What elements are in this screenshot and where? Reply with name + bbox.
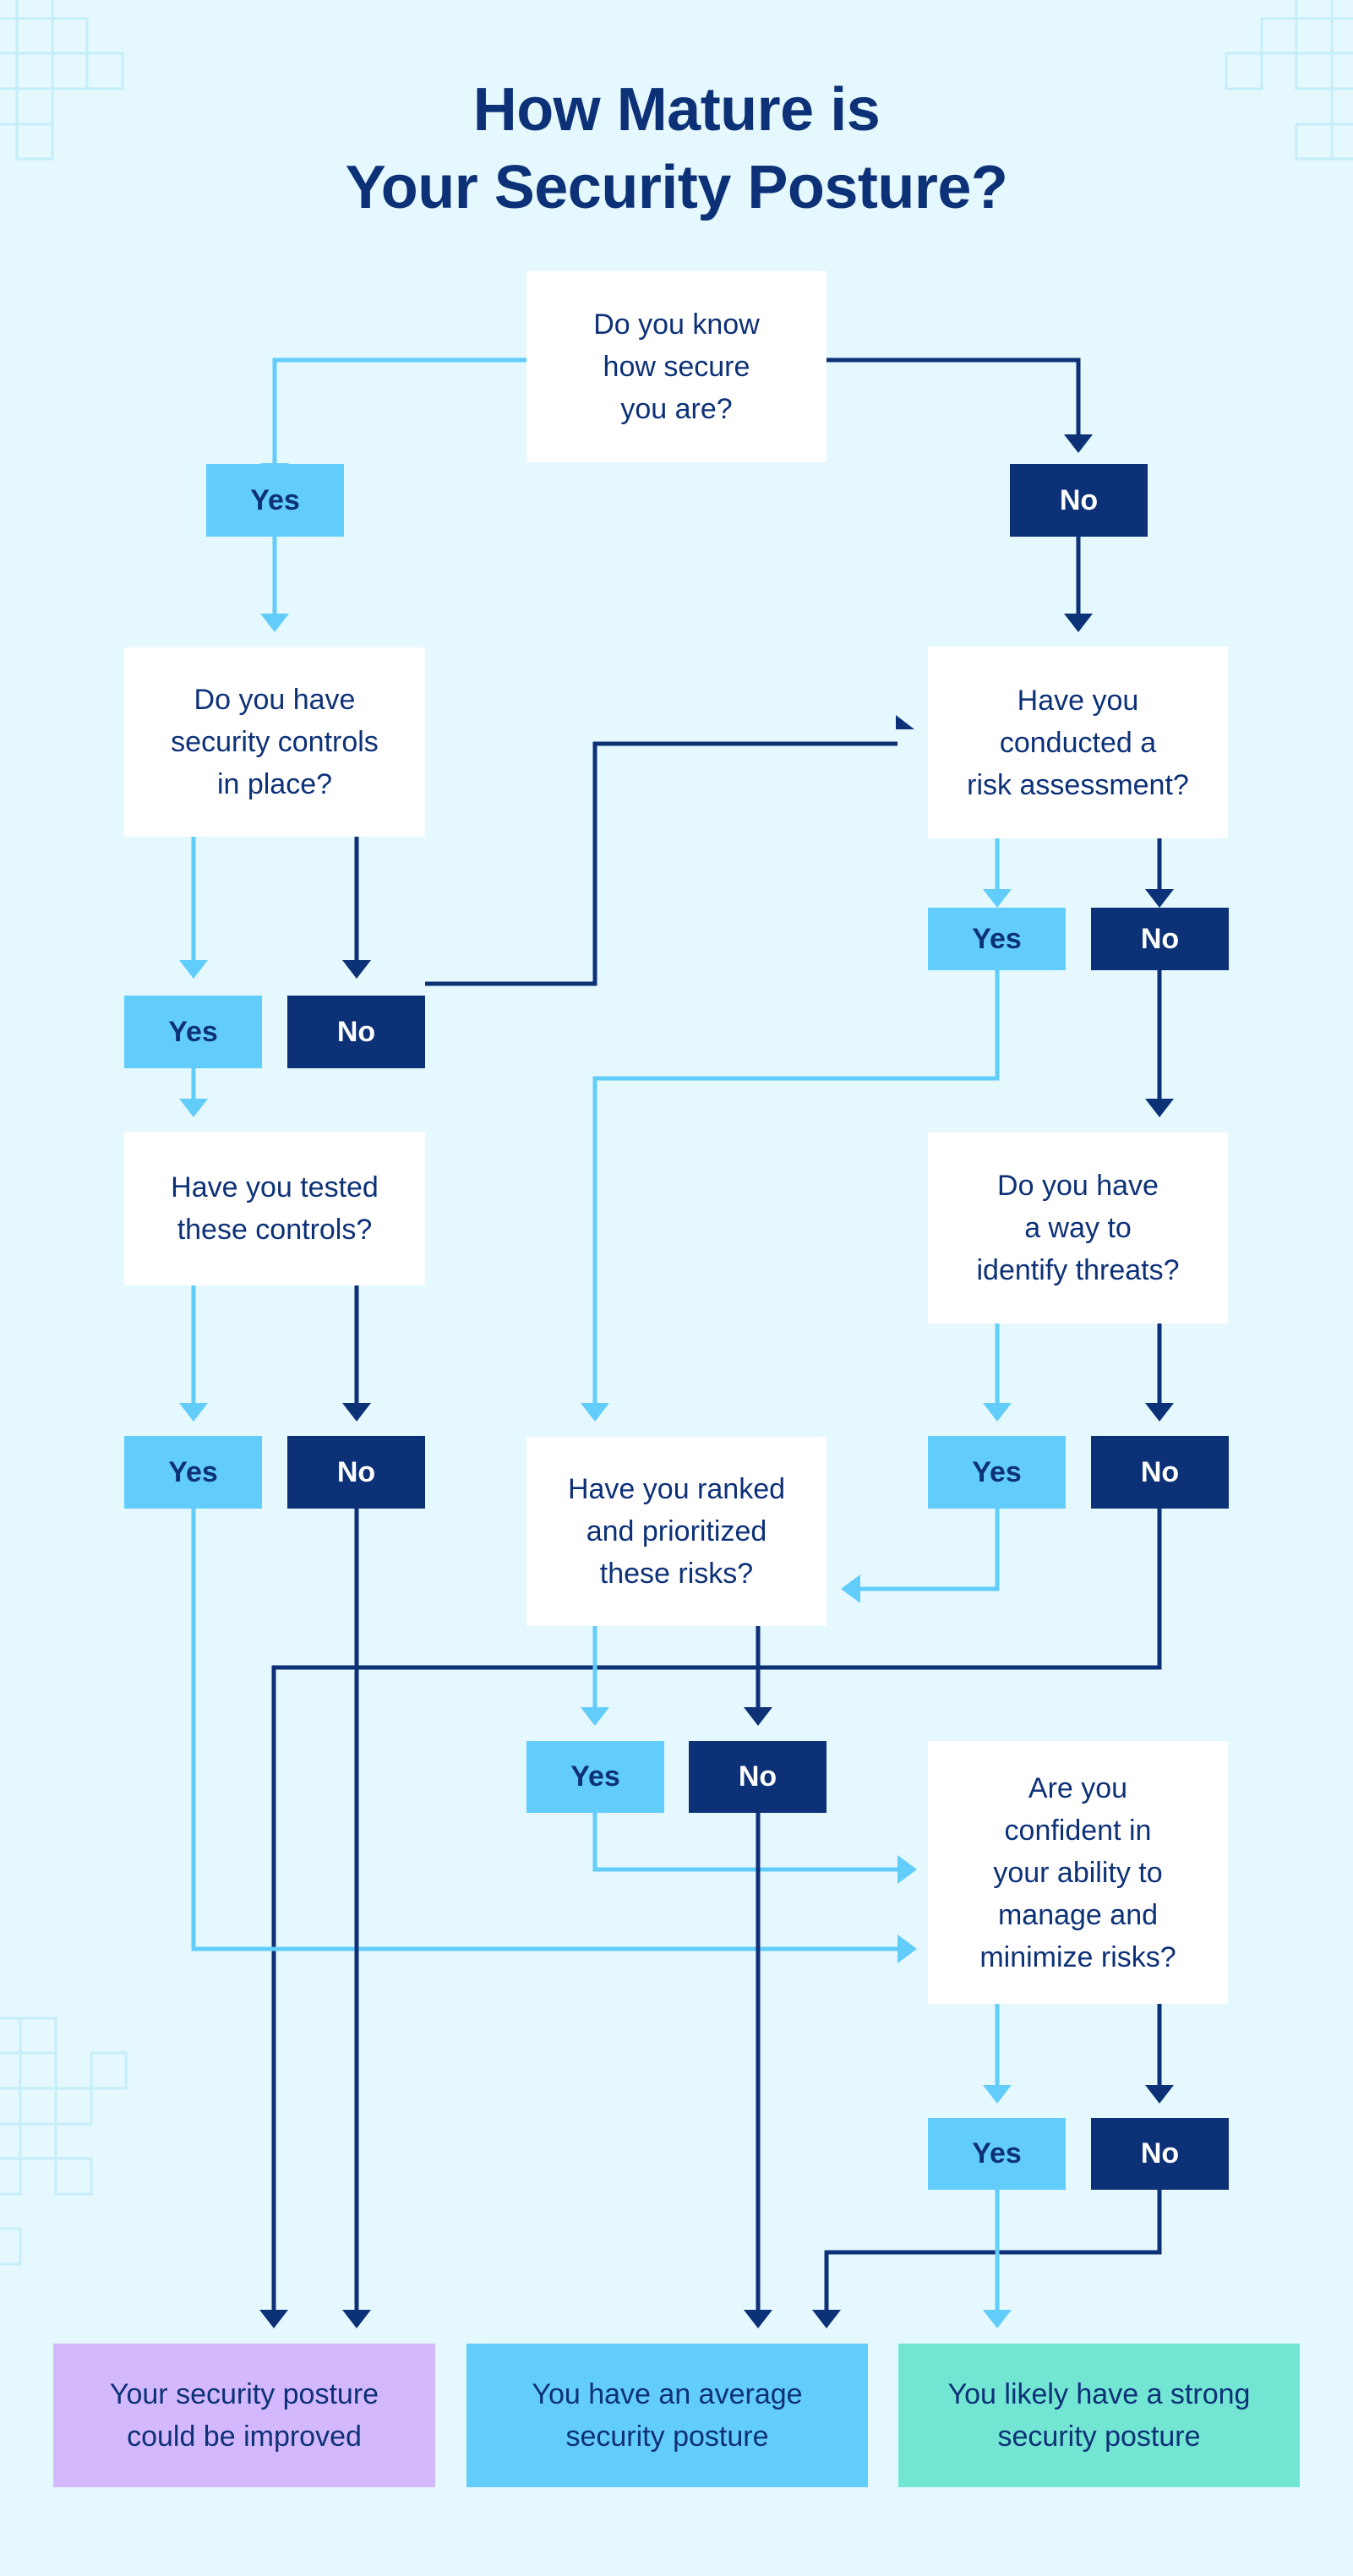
connector-know-no [827, 357, 1081, 436]
arrowhead-icon [812, 2310, 841, 2328]
answer-tested-no: No [287, 1436, 425, 1509]
answer-controls-yes: Yes [124, 996, 262, 1068]
result-strong: You likely have a strong security postur… [898, 2344, 1300, 2487]
question-line: you are? [620, 393, 733, 425]
arrowhead-icon [983, 889, 1012, 908]
answer-confident-no: No [1091, 2118, 1229, 2190]
arrowhead-icon [744, 1707, 772, 1726]
arrowhead-icon [1064, 434, 1093, 453]
connector-ranked-yes-confident [592, 1813, 897, 1872]
question-know-secure: Do you know how secure you are? [526, 271, 827, 462]
question-line: conducted a [999, 726, 1157, 759]
arrowhead-icon [260, 614, 289, 632]
question-line: risk assessment? [967, 768, 1189, 801]
question-line: manage and [997, 1898, 1159, 1931]
question-line: security controls [171, 726, 379, 758]
arrowhead-icon [179, 1099, 208, 1117]
arrowhead-icon [259, 2310, 288, 2328]
arrowhead-icon [983, 1403, 1012, 1422]
question-line: how secure [603, 351, 750, 383]
arrowhead-icon [1145, 1099, 1174, 1117]
question-line: these controls? [177, 1214, 373, 1246]
answer-threats-yes: Yes [928, 1436, 1066, 1509]
question-tested-controls: Have you tested these controls? [124, 1132, 425, 1285]
question-line: your ability to [993, 1856, 1163, 1889]
question-line: identify threats? [976, 1254, 1180, 1286]
connector-controls-no-risk [425, 741, 897, 986]
arrowhead-icon [342, 1403, 371, 1422]
arrowhead-icon [983, 2310, 1012, 2328]
answer-know-yes: Yes [206, 464, 344, 537]
answer-controls-no: No [287, 996, 425, 1068]
answer-tested-yes: Yes [124, 1436, 262, 1509]
question-line: Have you ranked [567, 1473, 786, 1505]
arrowhead-icon [581, 1403, 609, 1422]
connector-confident-no-average [824, 2190, 1162, 2311]
question-line: minimize risks? [979, 1940, 1176, 1973]
question-line: these risks? [599, 1558, 754, 1590]
arrowhead-icon [1145, 2085, 1174, 2104]
question-confident: Are you confident in your ability to man… [928, 1741, 1228, 2004]
question-line: Do you have [997, 1170, 1159, 1202]
result-line: security posture [997, 2420, 1201, 2453]
result-average: You have an average security posture [466, 2344, 868, 2487]
arrowhead-icon [1145, 1403, 1174, 1422]
question-line: confident in [1004, 1814, 1152, 1847]
arrowhead-icon [896, 715, 914, 744]
arrowhead-icon [179, 1403, 208, 1422]
question-line: a way to [1024, 1212, 1132, 1244]
question-line: Do you know [593, 308, 760, 341]
answer-risk-no: No [1091, 908, 1229, 970]
arrowhead-icon [342, 960, 371, 979]
result-line: could be improved [127, 2420, 362, 2453]
answer-know-no: No [1010, 464, 1148, 537]
arrowhead-icon [744, 2310, 772, 2328]
question-line: Are you [1028, 1771, 1128, 1804]
result-could-be-improved: Your security posture could be improved [53, 2344, 435, 2487]
result-line: Your security posture [109, 2378, 379, 2410]
arrowhead-icon [841, 1575, 860, 1603]
question-line: in place? [216, 768, 333, 800]
arrowhead-icon [897, 1935, 917, 1963]
question-security-controls: Do you have security controls in place? [124, 647, 425, 837]
question-ranked-risks: Have you ranked and prioritized these ri… [526, 1437, 827, 1626]
question-risk-assessment: Have you conducted a risk assessment? [928, 647, 1228, 838]
connector-threats-yes-ranked [860, 1508, 1000, 1591]
arrowhead-icon [179, 960, 208, 979]
connector-know-yes [272, 357, 526, 465]
result-line: You have an average [532, 2378, 803, 2410]
arrowhead-icon [1145, 889, 1174, 908]
arrowhead-icon [897, 1855, 917, 1884]
answer-ranked-no: No [689, 1741, 827, 1813]
answer-ranked-yes: Yes [526, 1741, 664, 1813]
result-line: You likely have a strong [947, 2378, 1251, 2410]
question-line: Have you [1017, 684, 1139, 717]
arrowhead-icon [1064, 614, 1093, 632]
question-line: Have you tested [171, 1171, 379, 1203]
arrowhead-icon [581, 1707, 609, 1726]
result-line: security posture [565, 2420, 769, 2453]
answer-threats-no: No [1091, 1436, 1229, 1509]
question-line: and prioritized [586, 1515, 767, 1547]
arrowhead-icon [983, 2085, 1012, 2104]
answer-risk-yes: Yes [928, 908, 1066, 970]
question-identify-threats: Do you have a way to identify threats? [928, 1132, 1228, 1323]
answer-confident-yes: Yes [928, 2118, 1066, 2190]
question-line: Do you have [194, 684, 356, 716]
arrowhead-icon [342, 2310, 371, 2328]
